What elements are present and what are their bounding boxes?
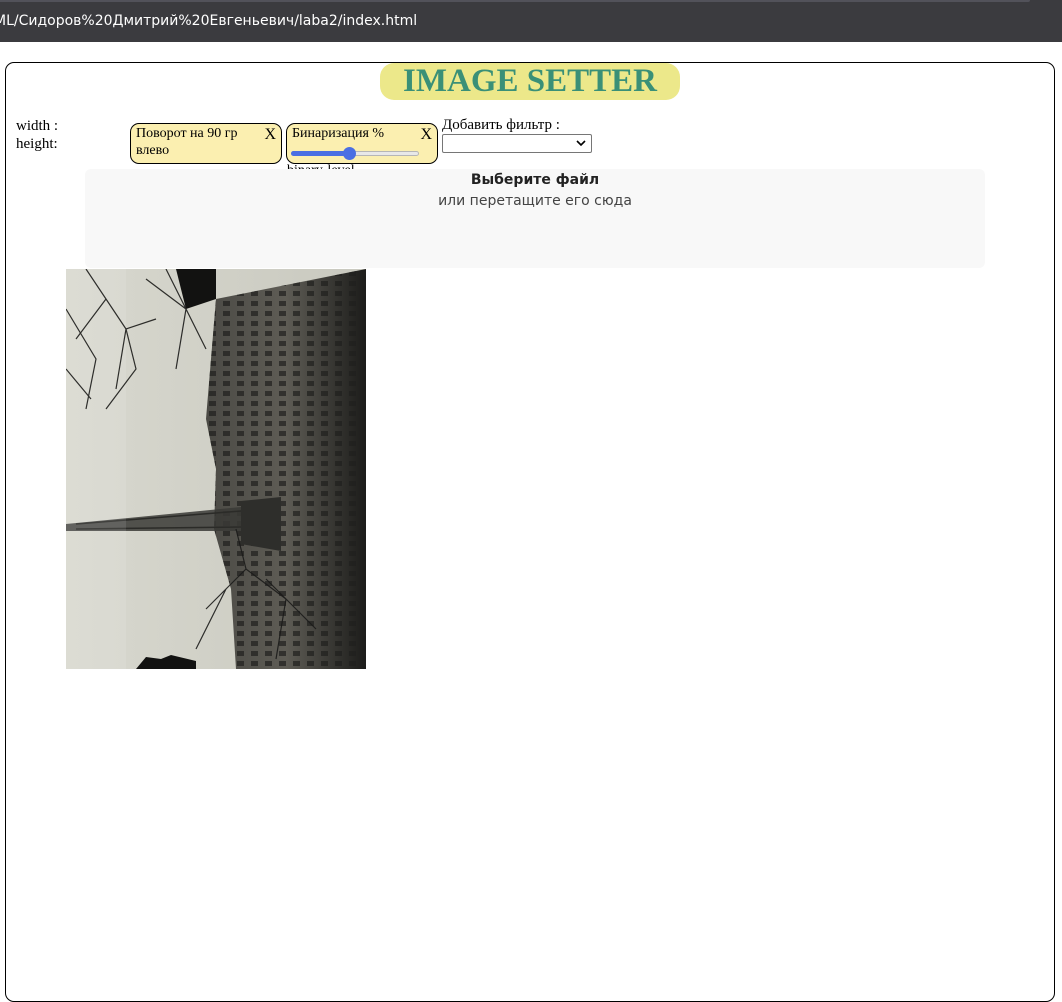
slider-fill — [291, 151, 349, 156]
image-preview — [66, 269, 366, 669]
dimension-info: width : height: — [16, 117, 58, 153]
eiffel-tower-photo — [66, 269, 366, 669]
binary-level-slider[interactable] — [291, 147, 419, 160]
chevron-down-icon — [576, 140, 586, 147]
filter-binarization-label: Бинаризация % — [292, 126, 385, 141]
page-title: IMAGE SETTER — [380, 63, 680, 100]
add-filter-label: Добавить фильтр : — [442, 117, 560, 133]
remove-filter-binarization-button[interactable]: X — [420, 126, 432, 144]
add-filter-select[interactable] — [442, 134, 592, 153]
filter-card-rotate: Поворот на 90 гр влево X — [130, 123, 282, 164]
filter-rotate-label: Поворот на 90 гр влево — [136, 126, 238, 158]
filter-card-binarization: Бинаризация % X — [286, 123, 438, 164]
tab-strip-edge — [0, 0, 1030, 2]
height-label: height: — [16, 136, 58, 152]
slider-thumb[interactable] — [343, 147, 356, 160]
address-bar[interactable]: ML/Сидоров%20Дмитрий%20Евгеньевич/laba2/… — [0, 13, 417, 29]
file-drop-zone[interactable]: Выберите файл или перетащите его сюда — [85, 169, 985, 268]
browser-toolbar: ML/Сидоров%20Дмитрий%20Евгеньевич/laba2/… — [0, 0, 1062, 42]
remove-filter-rotate-button[interactable]: X — [264, 126, 276, 144]
choose-file-link[interactable]: Выберите файл — [85, 172, 985, 188]
drop-hint: или перетащите его сюда — [438, 193, 632, 209]
width-label: width : — [16, 118, 59, 134]
